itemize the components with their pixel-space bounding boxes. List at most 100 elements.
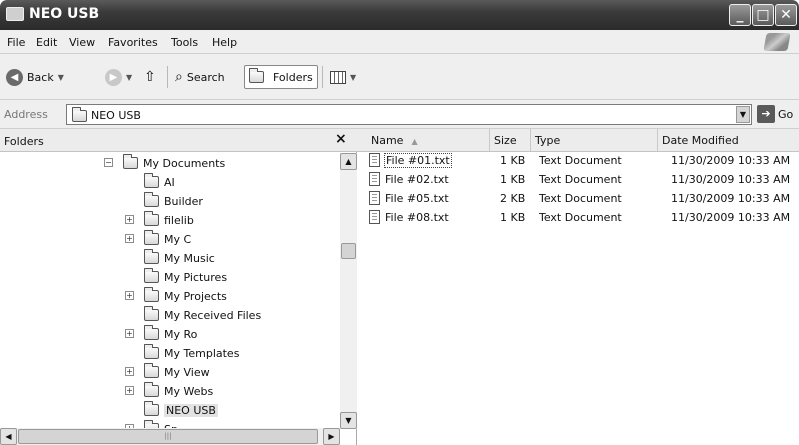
- menu-tools[interactable]: Tools: [171, 36, 198, 49]
- expand-icon[interactable]: +: [125, 329, 134, 338]
- minimize-button[interactable]: _: [729, 4, 751, 26]
- tree-item-label: My View: [164, 365, 210, 379]
- menu-help[interactable]: Help: [212, 36, 237, 49]
- tree-item[interactable]: + My Projects: [125, 287, 227, 305]
- tree-item[interactable]: My Music: [144, 249, 215, 267]
- tree-item-label: My C: [164, 232, 192, 246]
- folder-icon: [144, 344, 159, 359]
- tree-item[interactable]: My Templates: [144, 344, 239, 362]
- folder-icon: [144, 192, 159, 207]
- tree-item-label: My Projects: [164, 289, 227, 303]
- back-dropdown-icon[interactable]: ▼: [58, 73, 64, 82]
- tree-item[interactable]: NEO USB: [144, 401, 218, 419]
- tree-item[interactable]: Builder: [144, 192, 203, 210]
- forward-button[interactable]: ▶ ▼: [105, 65, 132, 89]
- file-row[interactable]: File #02.txt 1 KB Text Document 11/30/2009 …: [357, 170, 799, 189]
- file-size: 1 KB: [500, 154, 526, 167]
- tree-item-label: NEO USB: [164, 403, 218, 417]
- tree-item-label: My Music: [164, 251, 215, 265]
- tree-item[interactable]: + filelib: [125, 211, 194, 229]
- tree-item[interactable]: + My Ro: [125, 325, 198, 343]
- expand-icon[interactable]: +: [125, 291, 134, 300]
- tree-item-label: My Documents: [143, 156, 226, 170]
- address-input[interactable]: NEO USB: [66, 104, 752, 125]
- folder-icon: [144, 306, 159, 321]
- collapse-icon[interactable]: −: [104, 158, 113, 167]
- file-row[interactable]: File #01.txt 1 KB Text Document 11/30/2009 …: [357, 151, 799, 170]
- folders-button[interactable]: Folders: [244, 65, 318, 89]
- menu-edit[interactable]: Edit: [36, 36, 57, 49]
- text-file-icon: [369, 191, 380, 205]
- tree-item-label: My Ro: [164, 327, 198, 341]
- menu-view[interactable]: View: [69, 36, 95, 49]
- tree-item[interactable]: My Pictures: [144, 268, 227, 286]
- scroll-left-button[interactable]: ◀: [0, 428, 17, 445]
- folder-icon: [123, 154, 138, 169]
- tree-item[interactable]: My Received Files: [144, 306, 261, 324]
- menu-favorites[interactable]: Favorites: [108, 36, 158, 49]
- sort-ascending-icon: ▲: [411, 137, 418, 146]
- views-dropdown-icon: ▼: [350, 72, 357, 82]
- up-folder-button[interactable]: ⇧: [144, 65, 156, 89]
- tree-item[interactable]: + My View: [125, 363, 210, 381]
- file-size: 2 KB: [500, 192, 526, 205]
- file-row[interactable]: File #08.txt 1 KB Text Document 11/30/2009 …: [357, 208, 799, 227]
- tree-item[interactable]: + My Webs: [125, 382, 214, 400]
- search-label: Search: [186, 70, 225, 84]
- close-folders-pane-button[interactable]: ×: [335, 131, 347, 147]
- expand-icon[interactable]: +: [125, 367, 134, 376]
- standard-toolbar: ◀ Back ▼ ▶ ▼ ⇧ ⌕ Search Folders ▼: [0, 54, 799, 100]
- title-bar[interactable]: NEO USB _ □ ✕: [0, 0, 799, 30]
- expand-icon[interactable]: +: [125, 386, 134, 395]
- column-size[interactable]: Size: [490, 129, 531, 151]
- go-arrow-icon[interactable]: ➔: [757, 105, 775, 123]
- search-button[interactable]: ⌕ Search: [175, 65, 225, 89]
- file-date-modified: 11/30/2009 10:33 AM: [671, 192, 791, 205]
- tree-item-label: My Webs: [164, 384, 214, 398]
- close-button[interactable]: ✕: [775, 4, 797, 26]
- column-type-label: Type: [535, 134, 561, 147]
- column-date-modified[interactable]: Date Modified: [658, 129, 799, 151]
- folder-icon: [144, 382, 159, 397]
- horizontal-scrollbar[interactable]: ◀ ||| ▶: [0, 428, 340, 445]
- go-button[interactable]: Go: [778, 108, 793, 121]
- vertical-scrollbar[interactable]: ▲ ▼: [340, 153, 357, 429]
- toolbar-separator: [167, 66, 168, 88]
- menu-file[interactable]: File: [7, 36, 25, 49]
- folder-icon: [144, 325, 159, 340]
- back-button[interactable]: ◀ Back ▼: [6, 65, 64, 89]
- windows-logo-icon: [763, 33, 791, 51]
- text-file-icon: [369, 153, 380, 167]
- text-file-icon: [369, 210, 380, 224]
- file-row[interactable]: File #05.txt 2 KB Text Document 11/30/2009 …: [357, 189, 799, 208]
- file-type: Text Document: [539, 173, 622, 186]
- scroll-down-button[interactable]: ▼: [340, 412, 357, 429]
- horizontal-scroll-thumb[interactable]: |||: [18, 429, 318, 444]
- file-size: 1 KB: [500, 211, 526, 224]
- folder-icon: [144, 173, 159, 188]
- vertical-scroll-thumb[interactable]: [341, 243, 356, 259]
- expand-icon[interactable]: +: [125, 234, 134, 243]
- views-button[interactable]: ▼: [330, 65, 356, 89]
- scroll-up-button[interactable]: ▲: [340, 153, 357, 170]
- tree-item-label: My Received Files: [164, 308, 262, 322]
- folders-pane: Folders × − My Documents AI Builder + filelib…: [0, 129, 357, 445]
- tree-item[interactable]: AI: [144, 173, 175, 191]
- file-type: Text Document: [539, 192, 622, 205]
- address-dropdown-button[interactable]: ▼: [736, 106, 750, 123]
- scroll-right-button[interactable]: ▶: [323, 428, 340, 445]
- folders-label: Folders: [273, 70, 313, 84]
- column-name[interactable]: Name ▲: [357, 129, 490, 151]
- forward-dropdown-icon[interactable]: ▼: [126, 73, 132, 82]
- tree-item[interactable]: + My C: [125, 230, 192, 248]
- tree-item[interactable]: − My Documents: [104, 154, 226, 172]
- maximize-button[interactable]: □: [752, 4, 774, 26]
- folder-icon: [144, 287, 159, 302]
- up-folder-icon: ⇧: [144, 69, 156, 85]
- folders-pane-title: Folders: [4, 135, 44, 148]
- back-label: Back: [27, 70, 54, 84]
- column-type[interactable]: Type: [531, 129, 658, 151]
- file-type: Text Document: [539, 211, 622, 224]
- expand-icon[interactable]: +: [125, 215, 134, 224]
- tree-item-label: AI: [164, 175, 175, 189]
